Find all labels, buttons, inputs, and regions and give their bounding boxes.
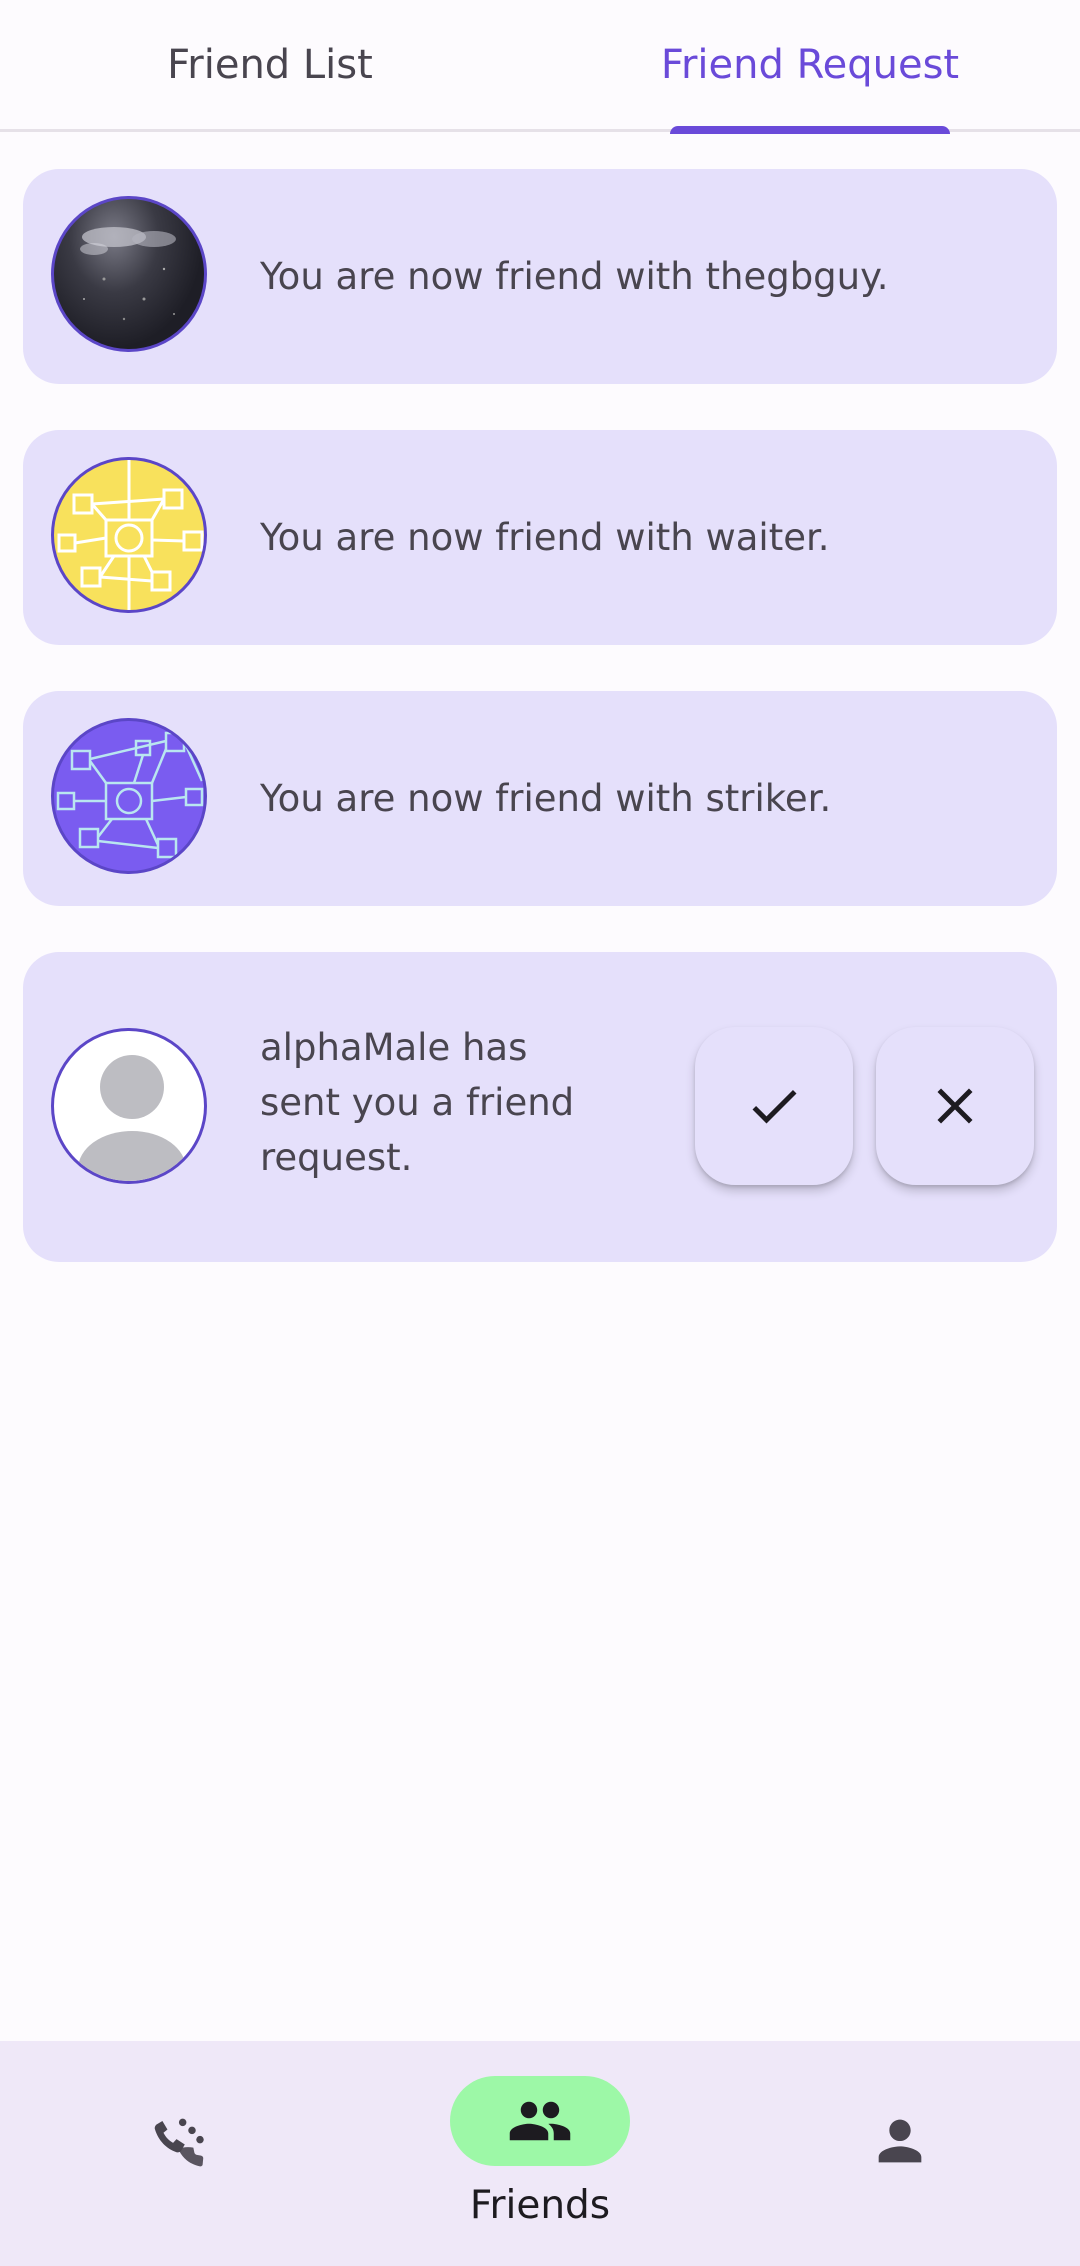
close-icon <box>937 1088 973 1124</box>
nav-item-friends[interactable] <box>450 2076 630 2166</box>
notification-card[interactable]: You are now friend with striker. <box>23 691 1057 906</box>
avatar <box>51 196 207 352</box>
network-pattern-icon <box>56 731 204 859</box>
tab-friend-request[interactable]: Friend Request <box>540 0 1080 129</box>
avatar <box>51 718 207 874</box>
friend-request-message: alphaMale has sent you a friend request. <box>260 1026 575 1179</box>
accept-request-button[interactable] <box>695 1027 853 1185</box>
avatar <box>51 1028 207 1184</box>
tab-friend-list-label: Friend List <box>167 41 373 88</box>
person-placeholder-icon <box>78 1055 186 1181</box>
notification-card[interactable]: You are now friend with thegbguy. <box>23 169 1057 384</box>
avatar <box>51 457 207 613</box>
bottom-navigation: Friends <box>0 2041 1080 2266</box>
network-pattern-icon <box>57 460 204 610</box>
nav-label-friends: Friends <box>469 2183 611 2228</box>
decline-request-button[interactable] <box>876 1027 1034 1185</box>
notification-card[interactable]: You are now friend with waiter. <box>23 430 1057 645</box>
notification-message: You are now friend with waiter. <box>260 516 830 559</box>
nav-item-profile[interactable] <box>860 2101 940 2181</box>
check-icon <box>752 1089 797 1124</box>
notification-message: You are now friend with striker. <box>260 777 832 820</box>
nav-item-calls[interactable] <box>140 2101 220 2181</box>
friend-request-card: alphaMale has sent you a friend request. <box>23 952 1057 1262</box>
notification-message: You are now friend with thegbguy. <box>260 255 889 298</box>
tab-friend-request-label: Friend Request <box>660 41 960 88</box>
person-icon <box>878 2119 922 2163</box>
call-hangup-icon <box>154 2118 204 2167</box>
tab-bar: Friend List Friend Request <box>0 0 1080 134</box>
tab-friend-list[interactable]: Friend List <box>0 0 540 129</box>
tab-indicator <box>670 126 950 134</box>
dark-photo-icon <box>80 227 176 321</box>
people-icon <box>509 2101 571 2141</box>
